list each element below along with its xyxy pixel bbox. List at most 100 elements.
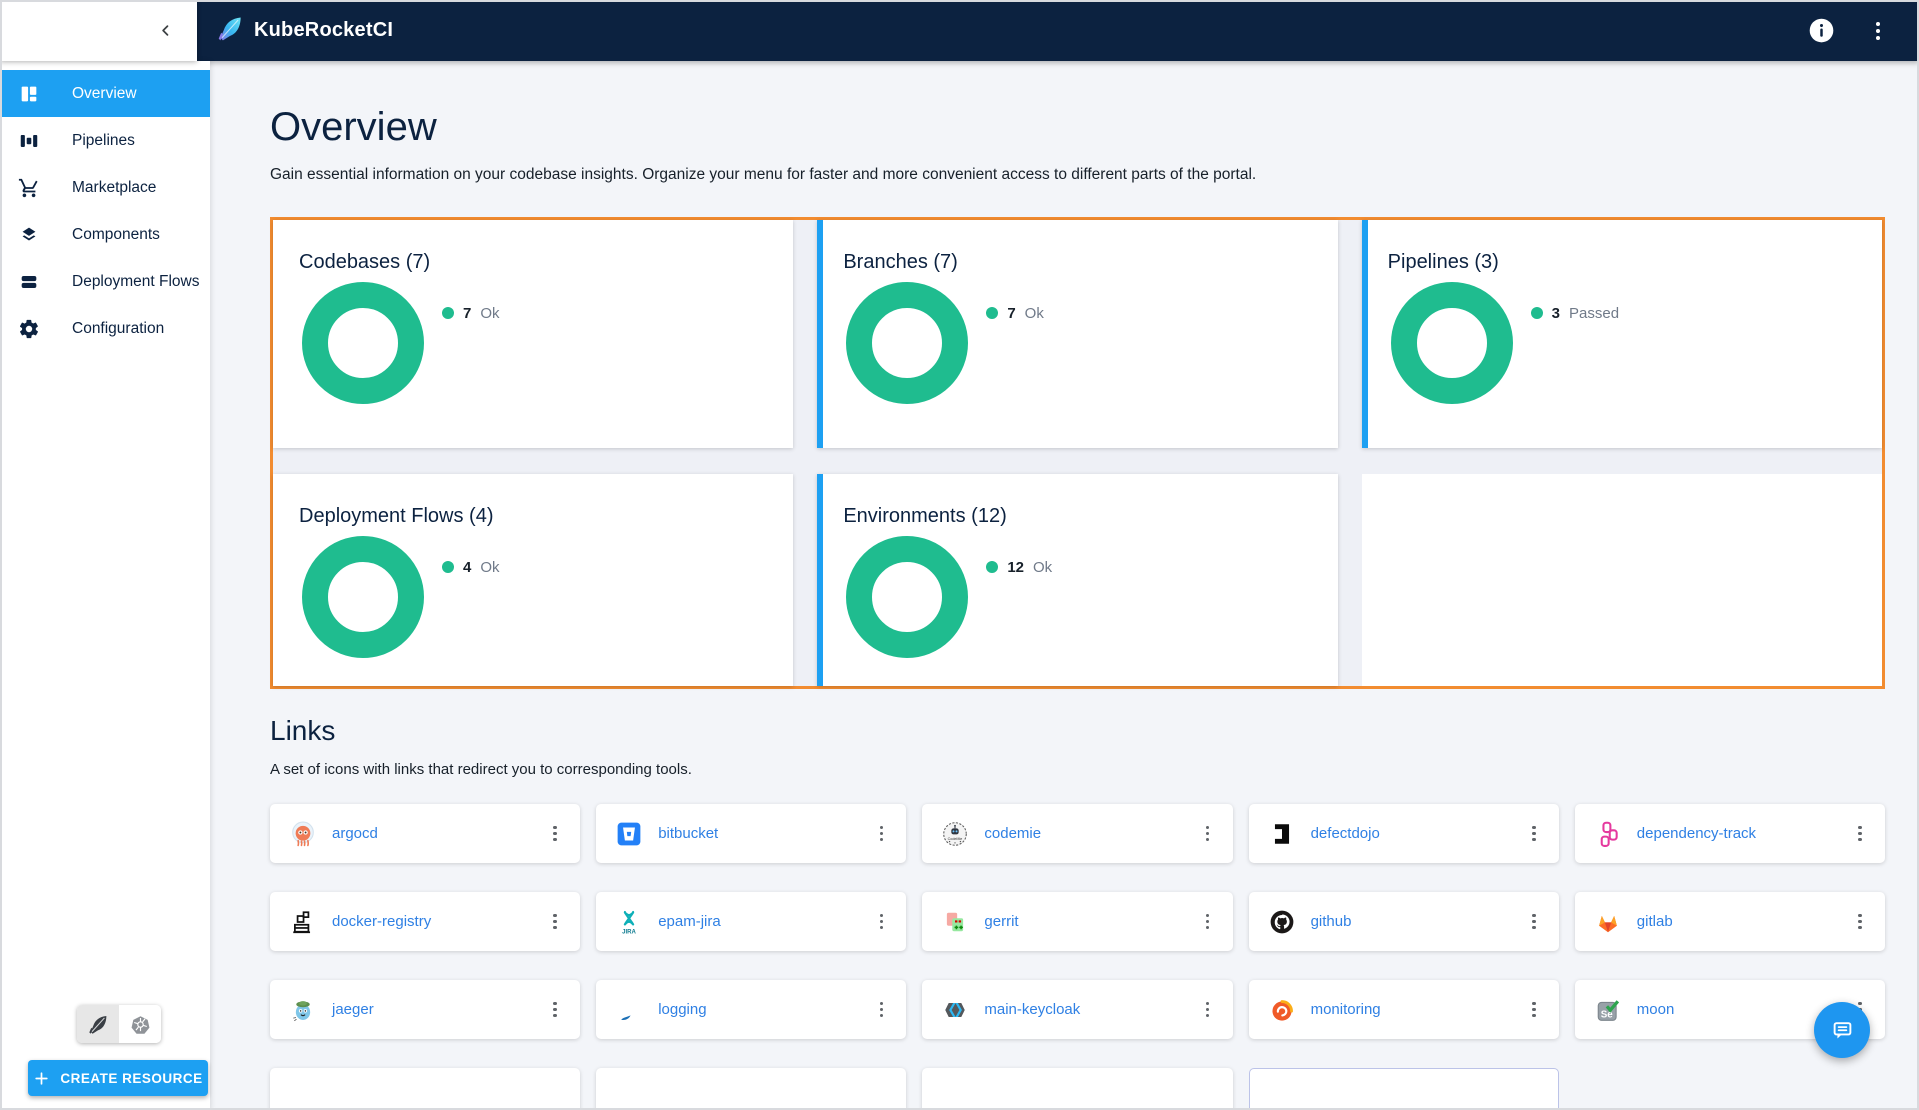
stat-card-title: Deployment Flows (4) — [299, 504, 767, 528]
link-label[interactable]: logging — [658, 1001, 706, 1018]
donut-chart — [302, 536, 424, 658]
legend-dot — [986, 307, 998, 319]
sidebar-item-deployment-flows[interactable]: Deployment Flows — [0, 258, 210, 305]
stat-card-title: Pipelines (3) — [1388, 250, 1856, 274]
link-label[interactable]: gerrit — [984, 913, 1018, 930]
link-label[interactable]: docker-registry — [332, 913, 431, 930]
info-icon[interactable] — [1808, 17, 1835, 44]
donut-legend: 3 Passed — [1531, 304, 1619, 322]
stat-card-title: Branches (7) — [843, 250, 1311, 274]
legend-dot — [1531, 307, 1543, 319]
link-label[interactable]: moon — [1637, 1001, 1675, 1018]
link-card-defectdojo: defectdojo — [1249, 804, 1559, 863]
link-label[interactable]: defectdojo — [1311, 825, 1380, 842]
donut-legend: 7 Ok — [986, 304, 1044, 322]
link-label[interactable]: codemie — [984, 825, 1041, 842]
link-card-gitlab: gitlab — [1575, 892, 1885, 951]
link-card-argocd: argocd — [270, 804, 580, 863]
plus-icon — [33, 1070, 50, 1087]
link-label[interactable]: epam-jira — [658, 913, 721, 930]
link-menu-icon[interactable] — [542, 821, 568, 847]
link-label[interactable]: gitlab — [1637, 913, 1673, 930]
collapse-sidebar-icon[interactable] — [156, 21, 175, 40]
stat-card-title: Environments (12) — [843, 504, 1311, 528]
link-card-gerrit: gerrit — [922, 892, 1232, 951]
legend-label: Ok — [480, 305, 499, 322]
link-card-codemie: CodeMie codemie — [922, 804, 1232, 863]
krci-view-toggle-icon[interactable] — [77, 1005, 119, 1043]
kubernetes-view-toggle-icon[interactable] — [119, 1005, 161, 1043]
stat-card-branches-7: Branches (7) 7 Ok — [817, 220, 1337, 448]
app-header: KubeRocketCI — [197, 0, 1919, 61]
legend-label: Ok — [1025, 305, 1044, 322]
jaeger-icon — [290, 997, 316, 1023]
link-menu-icon[interactable] — [542, 909, 568, 935]
sidebar-item-components[interactable]: Components — [0, 211, 210, 258]
sidebar-item-configuration[interactable]: Configuration — [0, 305, 210, 352]
link-label[interactable]: bitbucket — [658, 825, 718, 842]
kuberocketci-logo-icon — [217, 15, 244, 47]
sidebar-item-label: Marketplace — [72, 179, 156, 197]
link-menu-icon[interactable] — [1195, 821, 1221, 847]
main-content: Overview Gain essential information on y… — [210, 61, 1919, 1110]
dependency-track-icon — [1595, 821, 1621, 847]
monitoring-icon — [1269, 997, 1295, 1023]
sidebar-item-marketplace[interactable]: Marketplace — [0, 164, 210, 211]
moon-icon: Se — [1595, 997, 1621, 1023]
link-card-monitoring: monitoring — [1249, 980, 1559, 1039]
deployment-flows-icon — [17, 270, 41, 294]
stat-card-title: Codebases (7) — [299, 250, 767, 274]
sidebar-item-label: Deployment Flows — [72, 273, 200, 291]
github-icon — [1269, 909, 1295, 935]
links-title: Links — [270, 715, 1885, 747]
link-menu-icon[interactable] — [1847, 909, 1873, 935]
more-menu-icon[interactable] — [1865, 18, 1891, 44]
app-title: KubeRocketCI — [254, 19, 393, 42]
sidebar-item-overview[interactable]: Overview — [0, 70, 210, 117]
chat-fab[interactable] — [1814, 1002, 1870, 1058]
legend-value: 12 — [1007, 559, 1024, 576]
link-label[interactable]: github — [1311, 913, 1352, 930]
donut-chart — [1391, 282, 1513, 404]
svg-text:CodeMie: CodeMie — [948, 837, 963, 841]
pipelines-icon — [17, 129, 41, 153]
donut-legend: 7 Ok — [442, 304, 500, 322]
link-label[interactable]: dependency-track — [1637, 825, 1756, 842]
page-title: Overview — [270, 105, 1885, 150]
chat-bubble-icon — [1829, 1017, 1856, 1044]
link-menu-icon[interactable] — [868, 909, 894, 935]
gitlab-icon — [1595, 909, 1621, 935]
link-menu-icon[interactable] — [1195, 909, 1221, 935]
link-menu-icon[interactable] — [542, 997, 568, 1023]
link-menu-icon[interactable] — [1521, 909, 1547, 935]
link-menu-icon[interactable] — [1521, 821, 1547, 847]
legend-value: 7 — [463, 305, 471, 322]
legend-dot — [442, 561, 454, 573]
link-menu-icon[interactable] — [1521, 997, 1547, 1023]
marketplace-icon — [17, 176, 41, 200]
link-menu-icon[interactable] — [1195, 997, 1221, 1023]
configuration-icon — [17, 317, 41, 341]
logging-icon — [616, 997, 642, 1023]
header-actions — [1808, 17, 1891, 44]
create-resource-button[interactable]: CREATE RESOURCE — [28, 1060, 208, 1096]
defectdojo-icon — [1269, 821, 1295, 847]
sidebar-item-pipelines[interactable]: Pipelines — [0, 117, 210, 164]
link-menu-icon[interactable] — [868, 997, 894, 1023]
dashboard-widgets: Codebases (7) 7 Ok Branches (7) 7 Ok Pip… — [270, 217, 1885, 689]
link-card-github: github — [1249, 892, 1559, 951]
link-card-partial — [922, 1068, 1232, 1110]
donut-chart — [846, 282, 968, 404]
link-label[interactable]: main-keycloak — [984, 1001, 1080, 1018]
link-label[interactable]: monitoring — [1311, 1001, 1381, 1018]
link-menu-icon[interactable] — [1847, 821, 1873, 847]
link-label[interactable]: jaeger — [332, 1001, 374, 1018]
link-menu-icon[interactable] — [868, 821, 894, 847]
main-keycloak-icon — [942, 997, 968, 1023]
link-label[interactable]: argocd — [332, 825, 378, 842]
overview-icon — [17, 82, 41, 106]
donut-legend: 4 Ok — [442, 558, 500, 576]
gerrit-icon — [942, 909, 968, 935]
legend-dot — [986, 561, 998, 573]
docker-registry-icon — [290, 909, 316, 935]
